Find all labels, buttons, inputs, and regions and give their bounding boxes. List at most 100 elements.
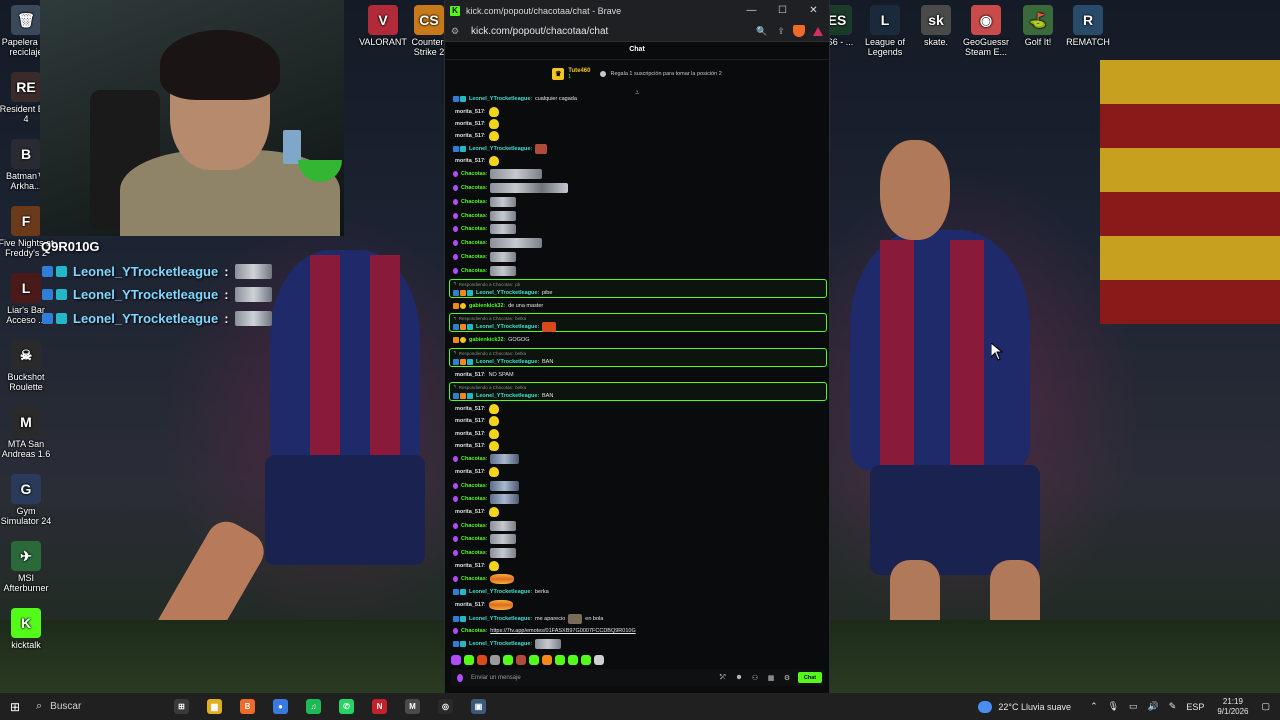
desktop-icon[interactable]: ☠ Buckshot Roulette: [0, 340, 54, 392]
chat-username[interactable]: Leonel_YTrocketleague: [469, 146, 530, 152]
taskbar-app-whatsapp[interactable]: ✆: [330, 693, 363, 720]
chat-username[interactable]: Leonel_YTrocketleague: [476, 359, 537, 365]
chat-username[interactable]: Chacotas: [461, 213, 486, 219]
chat-message[interactable]: Chacotas:: [449, 181, 827, 195]
chat-message[interactable]: morita_517:: [449, 403, 827, 415]
chat-username[interactable]: morita_517: [455, 121, 484, 127]
chat-message[interactable]: morita_517: NO SPAM: [449, 369, 827, 381]
chat-username[interactable]: Chacotas: [461, 536, 486, 542]
quick-emote[interactable]: [555, 655, 565, 665]
chat-message[interactable]: Leonel_YTrocketleague: berka: [449, 586, 827, 598]
chat-message[interactable]: Chacotas:: [449, 167, 827, 181]
chat-username[interactable]: Chacotas: [461, 185, 486, 191]
chevron-up-icon[interactable]: ⌃: [1090, 701, 1098, 712]
chat-message[interactable]: morita_517:: [449, 130, 827, 142]
chat-username[interactable]: Leonel_YTrocketleague: [476, 393, 537, 399]
taskbar-app-spotify[interactable]: ♫: [297, 693, 330, 720]
chat-message[interactable]: Leonel_YTrocketleague: cualquier cagada: [449, 93, 827, 105]
quick-emote[interactable]: [477, 655, 487, 665]
quick-emote[interactable]: [490, 655, 500, 665]
chat-username[interactable]: morita_517: [455, 509, 484, 515]
chat-username[interactable]: Chacotas: [461, 226, 486, 232]
taskbar-app-file-explorer[interactable]: ▆: [198, 693, 231, 720]
notifications-icon[interactable]: ▢: [1261, 701, 1270, 712]
taskbar-app-chrome[interactable]: ●: [264, 693, 297, 720]
taskbar-app-media[interactable]: M: [396, 693, 429, 720]
pen-icon[interactable]: ✎: [1169, 701, 1177, 712]
url-field[interactable]: kick.com/popout/chacotaa/chat: [471, 26, 755, 37]
chat-message[interactable]: morita_517:: [449, 415, 827, 427]
chat-username[interactable]: Leonel_YTrocketleague: [469, 589, 530, 595]
volume-icon[interactable]: 🔊: [1148, 701, 1159, 712]
chat-message[interactable]: Chacotas:: [449, 572, 827, 586]
chat-username[interactable]: morita_517: [455, 406, 484, 412]
quick-emote[interactable]: [568, 655, 578, 665]
chat-username[interactable]: Chacotas: [461, 254, 486, 260]
quick-emote[interactable]: [503, 655, 513, 665]
chat-username[interactable]: Chacotas: [461, 483, 486, 489]
chat-username[interactable]: morita_517: [455, 109, 484, 115]
quick-emote[interactable]: [451, 655, 461, 665]
chat-username[interactable]: Chacotas: [461, 576, 486, 582]
chat-username[interactable]: morita_517: [455, 158, 484, 164]
chat-message[interactable]: Chacotas:: [449, 532, 827, 546]
desktop-icon[interactable]: L League of Legends: [857, 5, 913, 57]
chat-message[interactable]: Chacotas:: [449, 492, 827, 506]
chat-username[interactable]: gabienkick32: [469, 337, 504, 343]
share-icon[interactable]: ⇪: [774, 26, 788, 37]
chat-message[interactable]: morita_517:: [449, 105, 827, 117]
chat-message[interactable]: Leonel_YTrocketleague:: [449, 637, 827, 649]
taskbar-app-obs[interactable]: ◎: [429, 693, 462, 720]
brave-shield-icon[interactable]: [793, 25, 805, 37]
quick-emote[interactable]: [464, 655, 474, 665]
chat-username[interactable]: Leonel_YTrocketleague: [476, 290, 537, 296]
chat-username[interactable]: Chacotas: [461, 240, 486, 246]
desktop-icon[interactable]: ✈ MSI Afterburner: [0, 541, 54, 593]
top-gifter[interactable]: Tute460: [568, 68, 590, 74]
desktop-icon[interactable]: M MTA San Andreas 1.6: [0, 407, 54, 459]
language-indicator[interactable]: ESP: [1186, 702, 1204, 712]
brave-rewards-icon[interactable]: [813, 26, 823, 36]
taskbar-app-news[interactable]: N: [363, 693, 396, 720]
chat-username[interactable]: Leonel_YTrocketleague: [469, 616, 530, 622]
quick-emote[interactable]: [516, 655, 526, 665]
reply-message[interactable]: ↰ Respondiendo a Chacotas: betka Leonel_YTr…: [449, 313, 827, 333]
users-icon[interactable]: ⚇: [750, 674, 760, 682]
chat-username[interactable]: Chacotas: [461, 523, 486, 529]
quick-emote[interactable]: [581, 655, 591, 665]
chat-username[interactable]: Chacotas: [461, 171, 486, 177]
zoom-icon[interactable]: 🔍: [755, 26, 769, 37]
chat-username[interactable]: Chacotas: [461, 268, 486, 274]
pin-icon[interactable]: ⤱: [718, 674, 728, 682]
quick-emote[interactable]: [542, 655, 552, 665]
chat-username[interactable]: morita_517: [455, 443, 484, 449]
reply-message[interactable]: ↰ Respondiendo a Chacotas: pb Leonel_YTrock…: [449, 278, 827, 298]
chat-username[interactable]: Chacotas: [461, 628, 486, 634]
close-button[interactable]: ✕: [798, 5, 829, 16]
chat-message[interactable]: Chacotas:: [449, 250, 827, 264]
quick-emote[interactable]: [529, 655, 539, 665]
reply-message[interactable]: ↰ Respondiendo a Chacotas: betka Leonel_YTr…: [449, 347, 827, 367]
chat-message[interactable]: Chacotas:: [449, 264, 827, 278]
chat-message[interactable]: Chacotas:: [449, 209, 827, 223]
taskbar-search[interactable]: ⌕ Buscar: [30, 693, 165, 720]
taskbar-app-brave[interactable]: B: [231, 693, 264, 720]
chat-message[interactable]: Chacotas: https://7tv.app/emotes/01FASXB9…: [449, 625, 827, 637]
message-link[interactable]: https://7tv.app/emotes/01FASXB97G0007FCC…: [490, 628, 635, 634]
taskbar-app-app[interactable]: ▣: [462, 693, 495, 720]
chat-message[interactable]: Chacotas:: [449, 236, 827, 250]
desktop-icon[interactable]: R REMATCH: [1060, 5, 1116, 47]
chat-message[interactable]: morita_517:: [449, 155, 827, 167]
weather-widget[interactable]: 22°C Lluvia suave: [978, 700, 1071, 713]
chat-message[interactable]: Leonel_YTrocketleague:: [449, 143, 827, 155]
chat-username[interactable]: morita_517: [455, 563, 484, 569]
minimize-button[interactable]: —: [736, 5, 767, 16]
chat-username[interactable]: Leonel_YTrocketleague: [469, 96, 530, 102]
chat-username[interactable]: Chacotas: [461, 199, 486, 205]
chat-message[interactable]: gabienkick32: de una master: [449, 300, 827, 312]
chat-message[interactable]: morita_517:: [449, 428, 827, 440]
gift-icon[interactable]: ▦: [766, 674, 776, 682]
chat-message[interactable]: Chacotas:: [449, 519, 827, 533]
chat-message[interactable]: Chacotas:: [449, 452, 827, 466]
chat-message[interactable]: morita_517:: [449, 466, 827, 478]
